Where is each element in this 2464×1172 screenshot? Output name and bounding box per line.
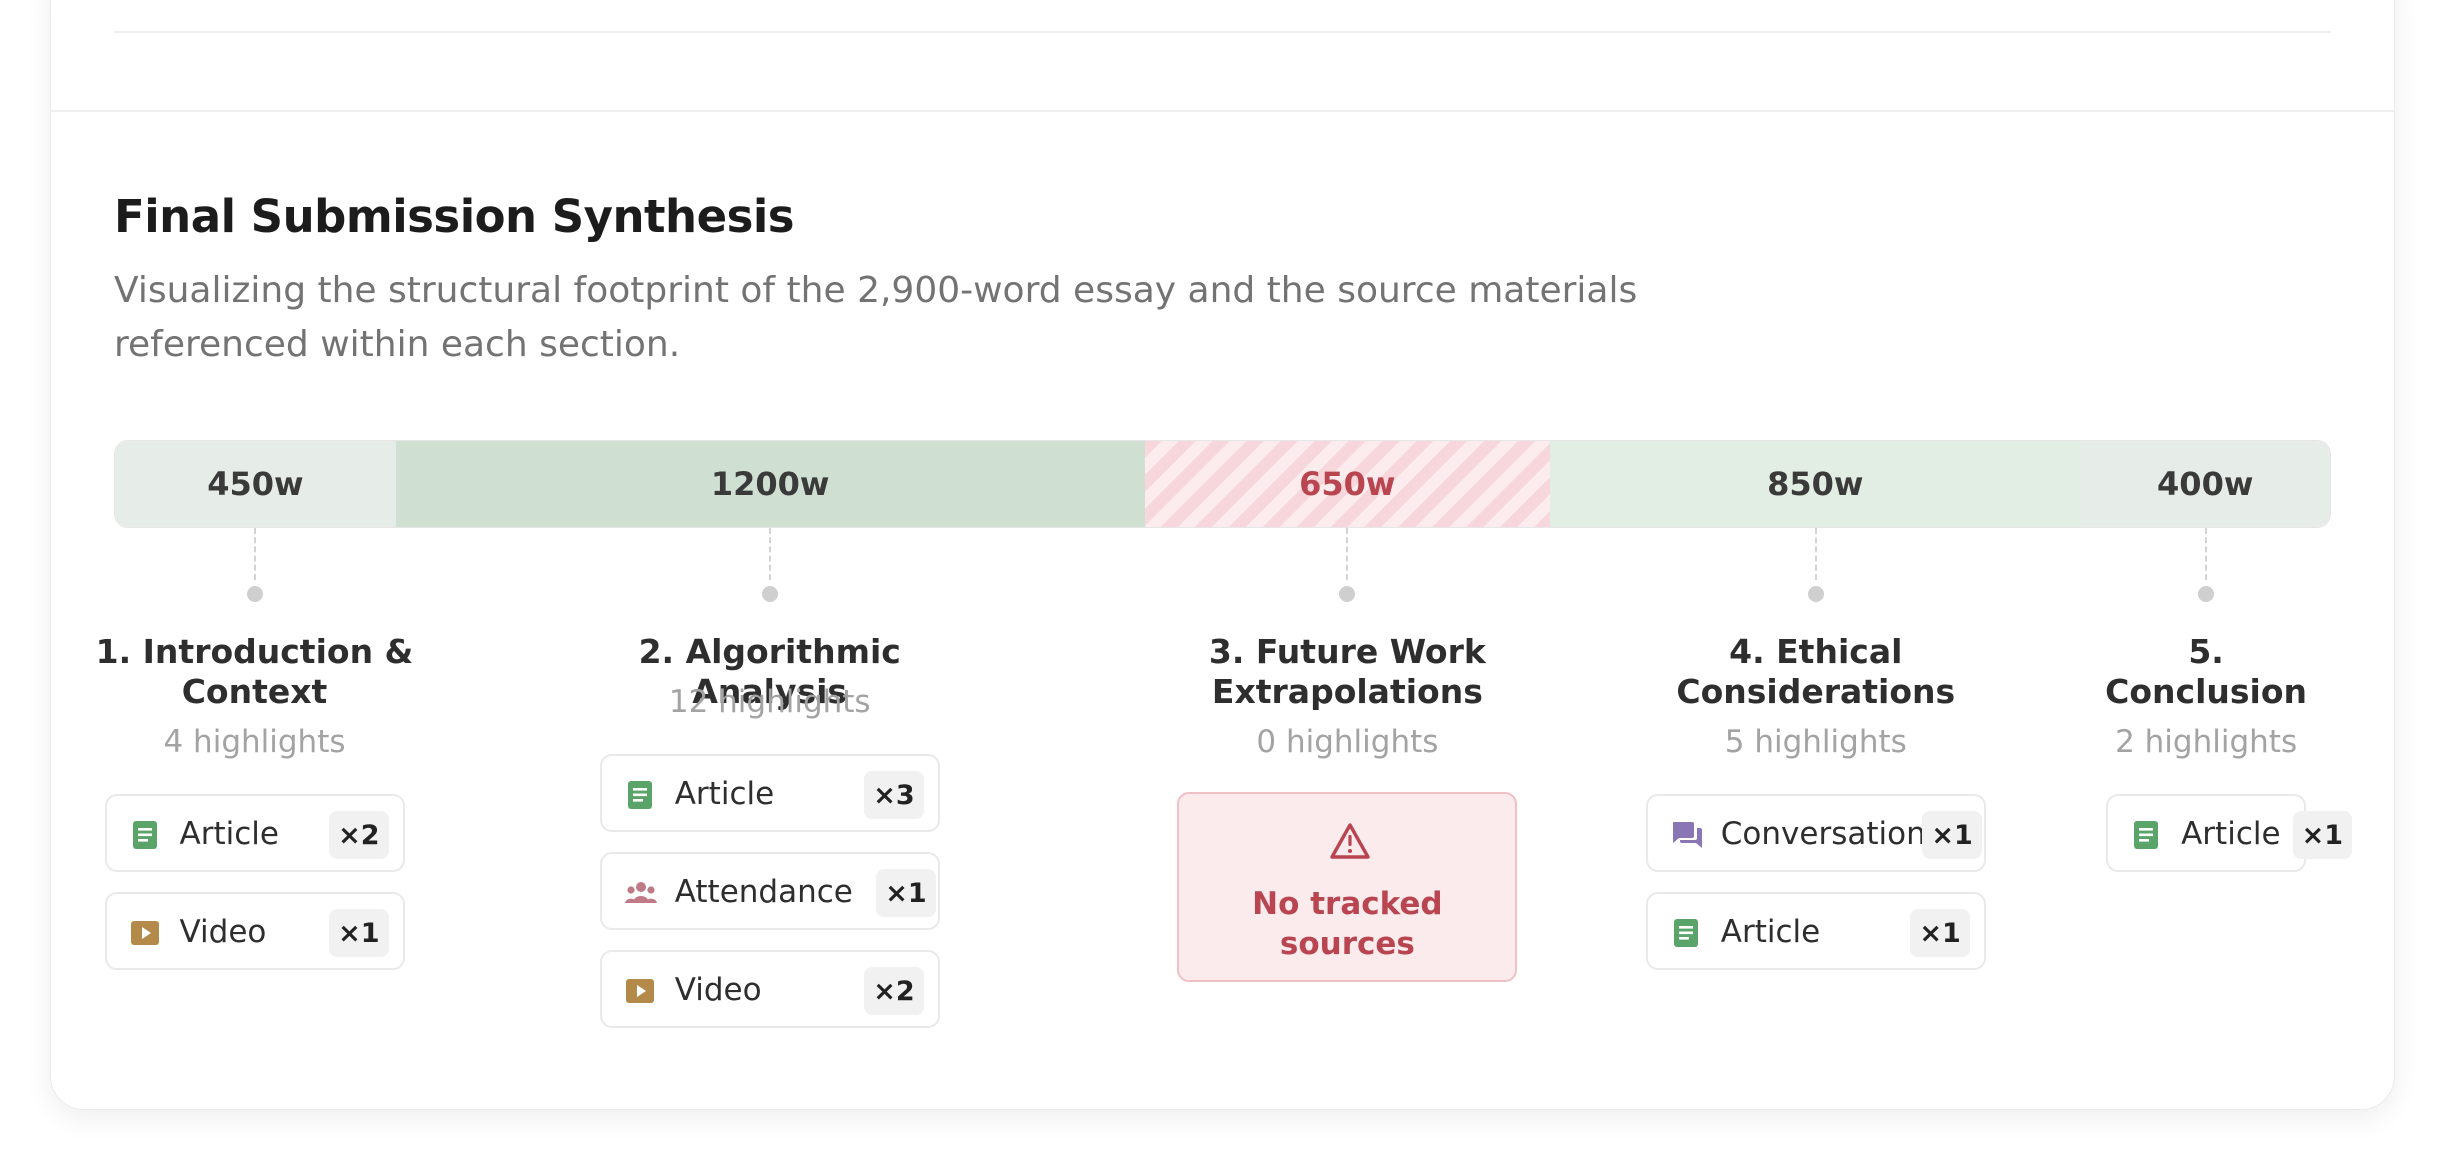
no-sources-warning: No tracked sources (1177, 792, 1518, 982)
section-heading[interactable]: 1. Introduction & Context (90, 632, 420, 712)
word-count-bar: 450w 1200w 650w 850w 400w (114, 440, 2331, 528)
source-label: Article (2181, 816, 2281, 852)
connector-line (253, 528, 256, 580)
bar-segment-4[interactable]: 850w (1550, 441, 2081, 527)
source-count-badge: ×3 (864, 771, 924, 819)
no-sources-text: No tracked sources (1252, 886, 1443, 962)
highlight-count: 4 highlights (163, 724, 346, 760)
source-count-badge: ×1 (1910, 909, 1970, 957)
source-chip-article[interactable]: Article ×1 (2106, 794, 2353, 872)
highlight-count: 2 highlights (2115, 724, 2298, 760)
highlight-count: 5 highlights (1724, 724, 1907, 760)
top-divider (114, 31, 2331, 33)
section-heading[interactable]: 4. Ethical Considerations (1666, 632, 1966, 712)
source-chip-article[interactable]: Article ×3 (599, 754, 940, 832)
source-label: Video (674, 972, 762, 1008)
article-icon (2130, 819, 2162, 851)
section-heading[interactable]: 5. Conclusion (2096, 632, 2316, 712)
bar-segment-5[interactable]: 400w (2080, 441, 2330, 527)
article-icon (624, 779, 656, 811)
section-subtitle: Visualizing the structural footprint of … (114, 270, 1638, 365)
highlight-count: 0 highlights (1256, 724, 1439, 760)
video-icon (624, 975, 656, 1007)
source-count-badge: ×1 (876, 869, 936, 917)
connector-line (768, 528, 771, 580)
source-chip-video[interactable]: Video ×2 (599, 950, 940, 1028)
source-label: Attendance (674, 874, 853, 910)
bar-segment-2[interactable]: 1200w (395, 441, 1145, 527)
section-divider (51, 110, 2394, 112)
connector-line (2205, 528, 2208, 580)
video-icon (129, 917, 161, 949)
connector-line (1346, 528, 1349, 580)
source-label: Article (179, 816, 279, 852)
article-icon (129, 819, 161, 851)
source-label: Conversation (1720, 816, 1926, 852)
highlight-count: 12 highlights (668, 684, 871, 720)
source-label: Video (179, 914, 267, 950)
conversation-icon (1670, 819, 1702, 851)
article-icon (1670, 917, 1702, 949)
connector-dot (761, 586, 778, 602)
source-count-badge: ×2 (864, 967, 924, 1015)
source-chip-article[interactable]: Article ×2 (104, 794, 405, 872)
source-label: Article (674, 776, 775, 812)
source-chip-video[interactable]: Video ×1 (104, 892, 405, 970)
source-chip-article[interactable]: Article ×1 (1645, 892, 1986, 970)
section-title: Final Submission Synthesis (114, 190, 795, 243)
connector-dot (2198, 586, 2215, 602)
bar-segment-1[interactable]: 450w (115, 441, 396, 527)
source-count-badge: ×2 (329, 811, 389, 859)
connector-line (1814, 528, 1817, 580)
connector-dot (1807, 586, 1824, 602)
attendance-icon (624, 877, 657, 909)
source-label: Article (1720, 914, 1821, 950)
source-count-badge: ×1 (329, 909, 389, 957)
warning-icon (1330, 823, 1371, 859)
source-count-badge: ×1 (1922, 811, 1982, 859)
connector-dot (246, 586, 263, 602)
bar-segment-3[interactable]: 650w (1144, 441, 1551, 527)
source-count-badge: ×1 (2292, 811, 2353, 859)
source-chip-attendance[interactable]: Attendance ×1 (599, 852, 940, 930)
source-chip-conversation[interactable]: Conversation ×1 (1645, 794, 1986, 872)
section-heading[interactable]: 3. Future Work Extrapolations (1147, 632, 1547, 712)
